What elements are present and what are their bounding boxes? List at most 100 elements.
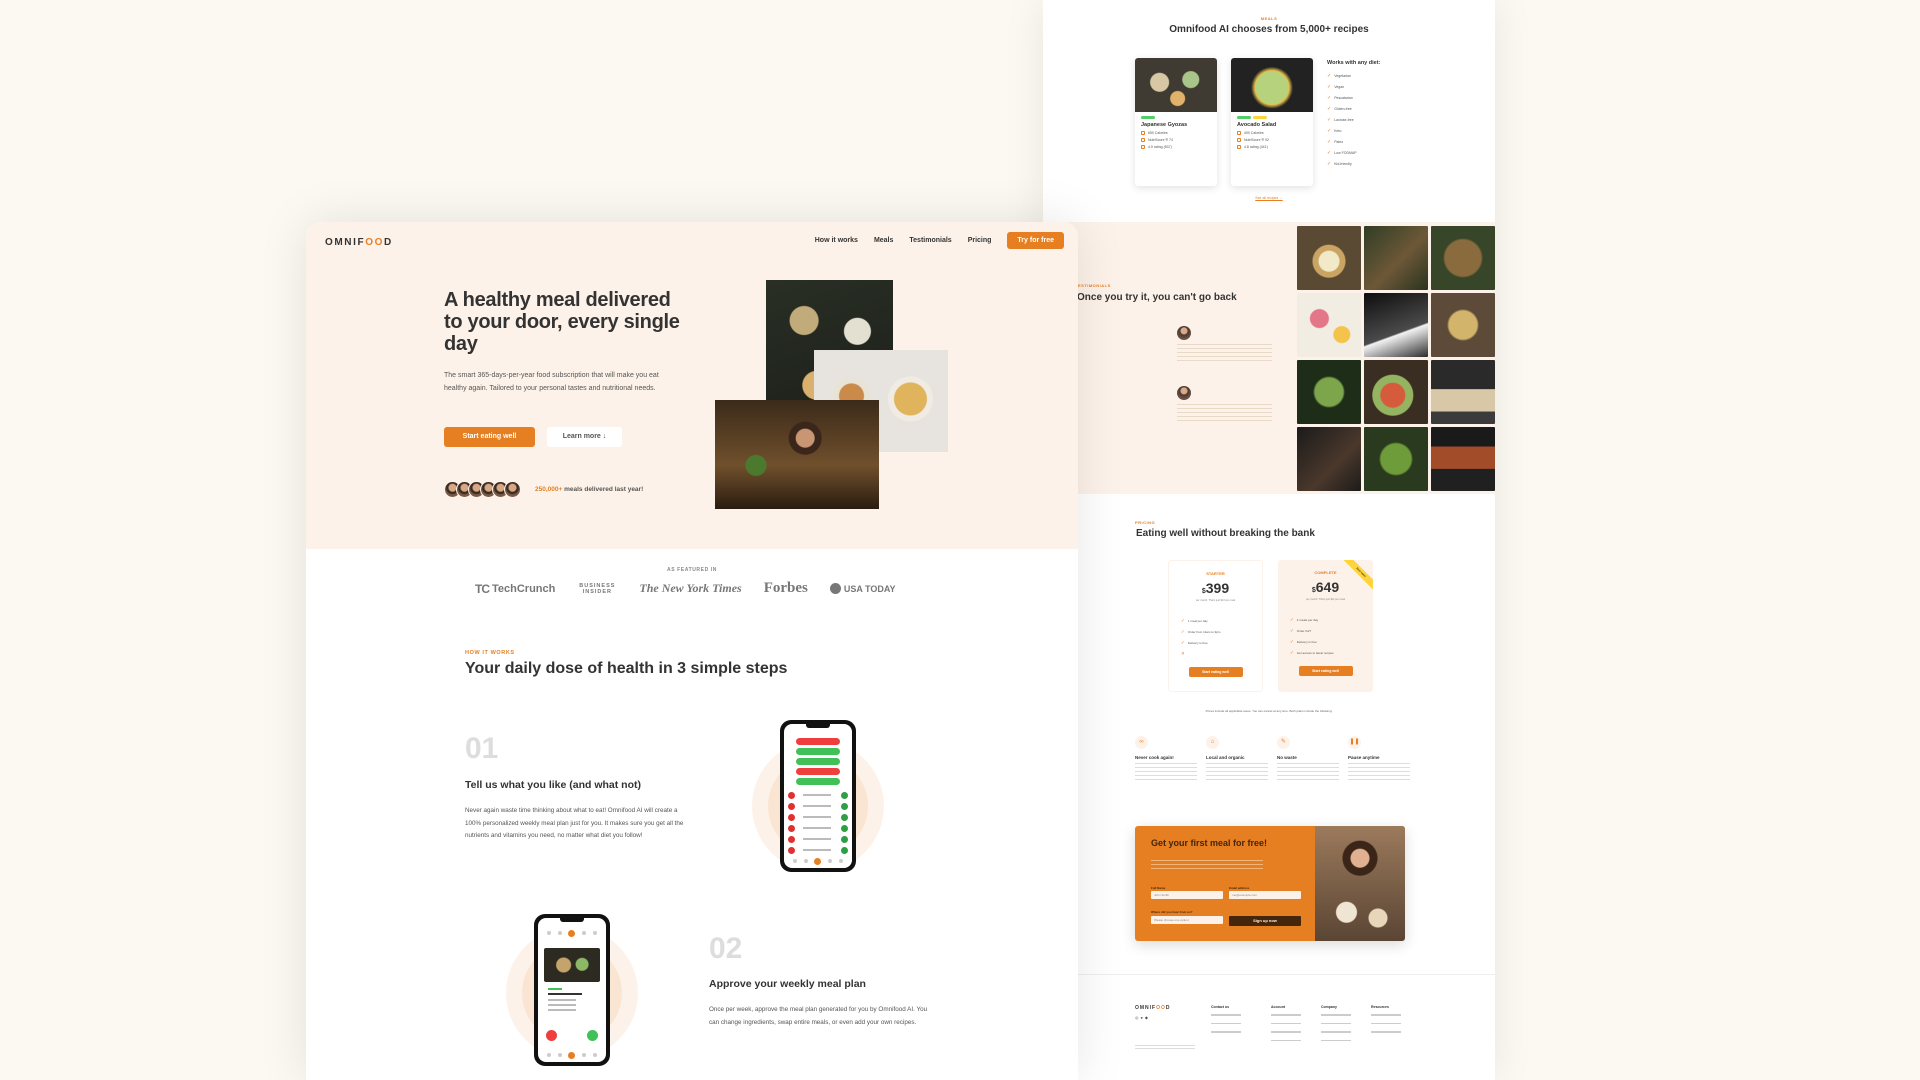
pricing-section: PRICING Eating well without breaking the… — [1043, 494, 1495, 974]
try-for-free-button[interactable]: Try for free — [1007, 232, 1064, 249]
meal-attribute: NutriScore ® 74 — [1141, 138, 1217, 142]
check-icon: ✓ — [1327, 127, 1332, 134]
infinity-icon: ∞ — [1135, 736, 1148, 749]
gallery-image — [1364, 293, 1428, 357]
plan-feature: ✓ Delivery is free — [1181, 639, 1208, 645]
start-eating-well-button[interactable]: Start eating well — [1298, 666, 1353, 676]
plan-feature: ✓ Order 24/7 — [1290, 627, 1312, 633]
benefit-title: Pause anytime — [1348, 755, 1380, 760]
meal-card[interactable]: Avocado Salad 400 Calories NutriScore ® … — [1231, 58, 1313, 186]
meals-section: MEALS Omnifood AI chooses from 5,000+ re… — [1043, 0, 1495, 222]
signup-cta: Get your first meal for free! Full Name … — [1135, 826, 1405, 941]
restaurant-icon — [1237, 138, 1241, 142]
customer-avatars — [444, 481, 521, 498]
cta-image — [1315, 826, 1405, 941]
learn-more-button[interactable]: Learn more ↓ — [547, 427, 622, 447]
full-name-label: Full Name — [1151, 886, 1166, 890]
gallery-image — [1431, 226, 1495, 290]
benefit-title: Never cook again! — [1135, 755, 1174, 760]
meal-name: Avocado Salad — [1237, 122, 1277, 128]
featured-in-label: AS FEATURED IN — [667, 567, 717, 573]
logo[interactable]: OMNIFOOD — [325, 237, 393, 248]
meal-attribute: NutriScore ® 92 — [1237, 138, 1313, 142]
food-gallery — [1297, 226, 1495, 491]
footer-column: Account — [1271, 1005, 1301, 1048]
hero-image-woman-eating — [715, 400, 879, 509]
flame-icon — [1141, 131, 1145, 135]
step-description: Once per week, approve the meal plan gen… — [709, 1006, 928, 1026]
how-it-works-subheading: HOW IT WORKS — [465, 650, 515, 656]
step-number: 01 — [465, 732, 499, 765]
meal-tag — [1237, 116, 1251, 119]
start-eating-well-button[interactable]: Start eating well — [444, 427, 535, 447]
meals-title: Omnifood AI chooses from 5,000+ recipes — [1169, 24, 1369, 35]
footer-column: Company — [1321, 1005, 1351, 1048]
plan-name: STARTER — [1206, 571, 1225, 576]
email-label: Email address — [1229, 886, 1250, 890]
meal-card[interactable]: Japanese Gyozas 650 Calories NutriScore … — [1135, 58, 1217, 186]
meal-tag — [1253, 116, 1267, 119]
nav-link-meals[interactable]: Meals — [874, 237, 893, 244]
plan-feature: ✓ Get access to latest recipes — [1290, 649, 1334, 655]
check-icon: ✓ — [1327, 105, 1332, 112]
diet-item: ✓ Vegan — [1327, 83, 1345, 90]
footer-column: Resources — [1371, 1005, 1401, 1040]
nav-link-pricing[interactable]: Pricing — [968, 237, 992, 244]
meal-attribute: 4.8 rating (441) — [1237, 145, 1313, 149]
plan-price: $399 — [1201, 580, 1230, 596]
delivered-meals-text: 250,000+ meals delivered last year! — [535, 486, 644, 493]
approve-icon[interactable] — [587, 1030, 598, 1041]
hero-description: The smart 365-days-per-year food subscri… — [444, 372, 659, 392]
reject-icon[interactable] — [546, 1030, 557, 1041]
hero-title: A healthy meal delivered to your door, e… — [444, 289, 680, 355]
source-select[interactable]: Please choose one option: — [1151, 916, 1223, 924]
pricing-note: Prices include all applicable taxes. You… — [1205, 709, 1333, 713]
twitter-icon[interactable]: ◆ — [1145, 1015, 1150, 1020]
email-input[interactable]: me@example.com — [1229, 891, 1301, 899]
diet-item: ✓ Gluten-free — [1327, 105, 1352, 112]
check-icon: ✓ — [1181, 617, 1185, 623]
check-icon: ✓ — [1290, 627, 1294, 633]
meal-image — [1231, 58, 1313, 112]
gallery-image — [1431, 360, 1495, 424]
check-icon: ✓ — [1327, 94, 1332, 101]
diet-item: ✓ Paleo — [1327, 138, 1344, 145]
star-icon — [1237, 145, 1241, 149]
business-insider-logo: BUSINESS INSIDER — [579, 582, 616, 595]
pricing-subheading: PRICING — [1135, 520, 1156, 525]
see-all-recipes-link[interactable]: See all recipes → — [1043, 196, 1495, 200]
step-title: Approve your weekly meal plan — [709, 978, 866, 990]
diet-list: Works with any diet: ✓ Vegetarian ✓ Vegan … — [1327, 60, 1380, 169]
plan-benefit: ∞ Never cook again! — [1135, 736, 1197, 781]
testimonials-section: TESTIMONIALS Once you try it, you can't … — [1043, 222, 1495, 494]
nav-link-how-it-works[interactable]: How it works — [815, 237, 858, 244]
check-icon: ✓ — [1290, 616, 1294, 622]
avatar — [1177, 326, 1191, 340]
testimonials-title: Once you try it, you can't go back — [1077, 292, 1237, 303]
plan-feature: ✓ Order from 11am to 9pm — [1181, 628, 1221, 634]
meal-name: Japanese Gyozas — [1141, 122, 1188, 128]
nav-link-testimonials[interactable]: Testimonials — [909, 237, 951, 244]
diet-list-title: Works with any diet: — [1327, 60, 1381, 66]
techcrunch-logo: TC TechCrunch — [475, 581, 556, 596]
diet-item: ✓ Keto — [1327, 127, 1342, 134]
footer-logo[interactable]: OMNIFOOD — [1135, 1005, 1171, 1011]
home-icon: ⌂ — [1206, 736, 1219, 749]
sign-up-button[interactable]: Sign up now — [1229, 916, 1301, 926]
usa-today-logo: USA TODAY — [829, 583, 896, 594]
gallery-image — [1364, 427, 1428, 491]
plan-subtext: per month. That's just $13 per meal — [1195, 599, 1236, 602]
benefit-title: No waste — [1277, 755, 1297, 760]
plan-benefit: ⌂ Local and organic — [1206, 736, 1268, 781]
diet-item: ✓ Lactose-free — [1327, 116, 1354, 123]
right-mockup-page: MEALS Omnifood AI chooses from 5,000+ re… — [1043, 0, 1495, 1080]
phone-mockup-meal-plan — [534, 914, 610, 1066]
check-icon: ✓ — [1290, 649, 1294, 655]
pricing-plan-complete: Best value COMPLETE $649 per month. That… — [1278, 560, 1373, 692]
press-logos: TC TechCrunch BUSINESS INSIDER The New Yo… — [475, 580, 896, 597]
step-description: Never again waste time thinking about wh… — [465, 807, 684, 839]
avatar — [1177, 386, 1191, 400]
start-eating-well-button[interactable]: Start eating well — [1188, 667, 1243, 677]
full-name-input[interactable]: John Smith — [1151, 891, 1223, 899]
plan-subtext: per month. That's just $11 per meal — [1305, 598, 1346, 601]
